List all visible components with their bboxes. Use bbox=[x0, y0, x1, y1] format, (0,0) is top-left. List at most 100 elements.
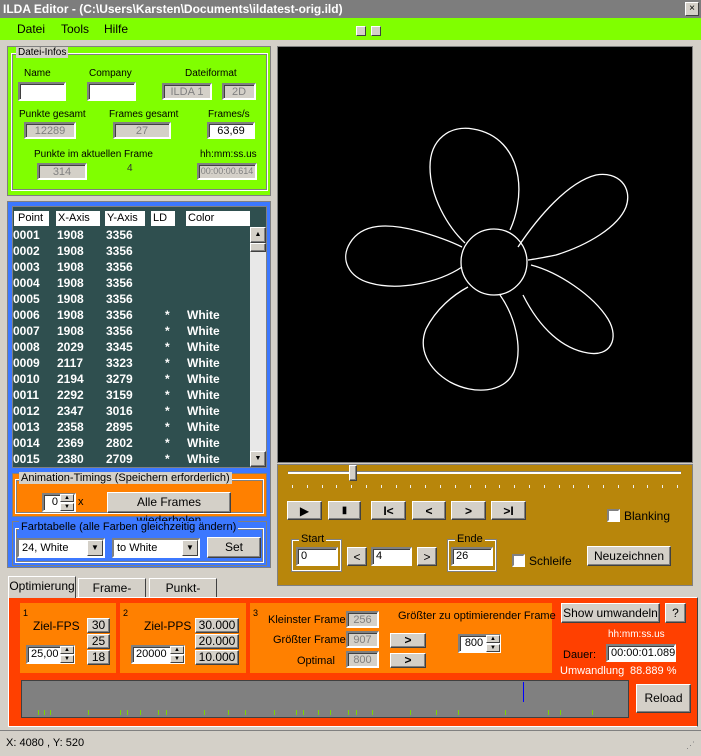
list-item[interactable]: 0006 1908 3356 * White bbox=[13, 307, 249, 323]
frame-slider-track[interactable] bbox=[288, 471, 681, 474]
graph-tick bbox=[274, 710, 275, 715]
zielfps-spin-up[interactable]: ▲ bbox=[60, 646, 74, 654]
scroll-up-button[interactable]: ▲ bbox=[250, 227, 266, 243]
repeat-spin-up[interactable]: ▲ bbox=[60, 494, 74, 502]
frame-field[interactable]: 4 bbox=[371, 547, 412, 566]
tab-punkt-editor[interactable]: Punkt-Editor bbox=[149, 578, 217, 613]
next-frame-button[interactable]: > bbox=[451, 501, 486, 520]
toolbar-button-2[interactable] bbox=[371, 26, 381, 36]
play-button[interactable]: ▶ bbox=[287, 501, 322, 520]
resize-grip-icon[interactable]: ⋰ bbox=[686, 740, 695, 751]
flower-petal-lower-right bbox=[522, 264, 614, 355]
tab-frame-editor[interactable]: Frame-Editor bbox=[78, 578, 146, 613]
first-frame-button[interactable]: I< bbox=[371, 501, 406, 520]
zielpps-spin-down[interactable]: ▼ bbox=[170, 655, 184, 663]
show-umwandeln-button[interactable]: Show umwandeln bbox=[561, 603, 660, 623]
list-item[interactable]: 0011 2292 3159 * White bbox=[13, 387, 249, 403]
header-x-axis[interactable]: X-Axis bbox=[56, 211, 100, 226]
zielfps-spin-down[interactable]: ▼ bbox=[60, 655, 74, 663]
list-item[interactable]: 0013 2358 2895 * White bbox=[13, 419, 249, 435]
prev-frame-button[interactable]: < bbox=[412, 501, 446, 520]
point-cell: 0009 bbox=[13, 356, 40, 370]
header-y-axis[interactable]: Y-Axis bbox=[105, 211, 145, 226]
pps-preset-20000-button[interactable]: 20.000 bbox=[195, 634, 239, 649]
frame-prev-button[interactable]: < bbox=[347, 547, 367, 566]
stop-button[interactable]: ▮ bbox=[328, 501, 361, 520]
list-item[interactable]: 0015 2380 2709 * White bbox=[13, 451, 249, 467]
frame-slider-thumb[interactable] bbox=[349, 465, 358, 481]
set-button[interactable]: Set bbox=[207, 537, 261, 558]
use-optimal-button[interactable]: > bbox=[390, 653, 426, 668]
list-item[interactable]: 0007 1908 3356 * White bbox=[13, 323, 249, 339]
section-3-number: 3 bbox=[253, 608, 259, 618]
list-item[interactable]: 0014 2369 2802 * White bbox=[13, 435, 249, 451]
scroll-down-button[interactable]: ▼ bbox=[250, 451, 266, 467]
color-cell: White bbox=[187, 308, 220, 322]
y-cell: 2709 bbox=[106, 452, 133, 466]
x-cell: 2194 bbox=[57, 372, 84, 386]
pps-preset-10000-button[interactable]: 10.000 bbox=[195, 650, 239, 665]
menu-hilfe[interactable]: Hilfe bbox=[104, 22, 128, 36]
slider-tick bbox=[677, 485, 678, 488]
schleife-checkbox[interactable] bbox=[512, 554, 525, 567]
fps-preset-18-button[interactable]: 18 bbox=[87, 650, 110, 665]
pps-preset-30000-button[interactable]: 30.000 bbox=[195, 618, 239, 633]
point-cell: 0001 bbox=[13, 228, 40, 242]
close-button[interactable]: × bbox=[685, 2, 699, 16]
list-item[interactable]: 0004 1908 3356 bbox=[13, 275, 249, 291]
start-field[interactable]: 0 bbox=[296, 547, 338, 566]
repeat-all-frames-button[interactable]: Alle Frames wiederholen bbox=[107, 492, 231, 527]
zielfps-label: Ziel-FPS bbox=[33, 619, 80, 633]
slider-tick bbox=[410, 485, 412, 488]
list-item[interactable]: 0003 1908 3356 bbox=[13, 259, 249, 275]
slider-tick bbox=[425, 485, 427, 488]
list-item[interactable]: 0012 2347 3016 * White bbox=[13, 403, 249, 419]
list-item[interactable]: 0008 2029 3345 * White bbox=[13, 339, 249, 355]
list-item[interactable]: 0009 2117 3323 * White bbox=[13, 355, 249, 371]
tab-optimierung[interactable]: Optimierung bbox=[8, 576, 76, 598]
fps-preset-25-button[interactable]: 25 bbox=[87, 634, 110, 649]
last-frame-button[interactable]: >I bbox=[491, 501, 526, 520]
repeat-spin-down[interactable]: ▼ bbox=[60, 503, 74, 511]
list-item[interactable]: 0005 1908 3356 bbox=[13, 291, 249, 307]
color-from-select[interactable]: 24, White ▼ bbox=[17, 538, 105, 558]
ende-field[interactable]: 26 bbox=[451, 547, 493, 566]
reload-button[interactable]: Reload bbox=[636, 684, 691, 713]
color-from-value: 24, White bbox=[22, 542, 69, 554]
chevron-down-icon[interactable]: ▼ bbox=[87, 540, 103, 556]
neuzeichnen-button[interactable]: Neuzeichnen bbox=[587, 546, 671, 566]
umwandlung-value: 88.889 % bbox=[630, 665, 677, 677]
list-item[interactable]: 0010 2194 3279 * White bbox=[13, 371, 249, 387]
header-point[interactable]: Point bbox=[14, 211, 49, 226]
fps-preset-30-button[interactable]: 30 bbox=[87, 618, 110, 633]
menu-tools[interactable]: Tools bbox=[61, 22, 89, 36]
color-cell: White bbox=[187, 372, 220, 386]
max-frame-spin-down[interactable]: ▼ bbox=[486, 644, 500, 652]
color-to-select[interactable]: to White ▼ bbox=[112, 538, 200, 558]
toolbar-button-1[interactable] bbox=[356, 26, 366, 36]
frame-index: 4 bbox=[127, 163, 133, 174]
blanking-checkbox[interactable] bbox=[607, 509, 620, 522]
slider-tick bbox=[528, 485, 530, 488]
company-field[interactable] bbox=[87, 82, 136, 101]
zielpps-spin-up[interactable]: ▲ bbox=[170, 646, 184, 654]
name-field[interactable] bbox=[18, 82, 66, 101]
slider-tick bbox=[395, 485, 397, 488]
point-list-scrollbar[interactable] bbox=[250, 227, 266, 467]
help-button[interactable]: ? bbox=[665, 603, 686, 623]
color-cell: White bbox=[187, 436, 220, 450]
scroll-thumb[interactable] bbox=[250, 243, 266, 252]
header-color[interactable]: Color bbox=[186, 211, 250, 226]
chevron-down-icon[interactable]: ▼ bbox=[182, 540, 198, 556]
menu-datei[interactable]: Datei bbox=[17, 22, 45, 36]
frame-next-button[interactable]: > bbox=[417, 547, 437, 566]
header-ld[interactable]: LD bbox=[151, 211, 175, 226]
list-item[interactable]: 0001 1908 3356 bbox=[13, 227, 249, 243]
status-coords: X: 4080 , Y: 520 bbox=[6, 737, 85, 749]
list-item[interactable]: 0002 1908 3356 bbox=[13, 243, 249, 259]
use-groesster-button[interactable]: > bbox=[390, 633, 426, 648]
ld-cell: * bbox=[165, 324, 170, 338]
max-frame-spin-up[interactable]: ▲ bbox=[486, 635, 500, 643]
graph-tick bbox=[372, 710, 373, 715]
x-cell: 1908 bbox=[57, 292, 84, 306]
